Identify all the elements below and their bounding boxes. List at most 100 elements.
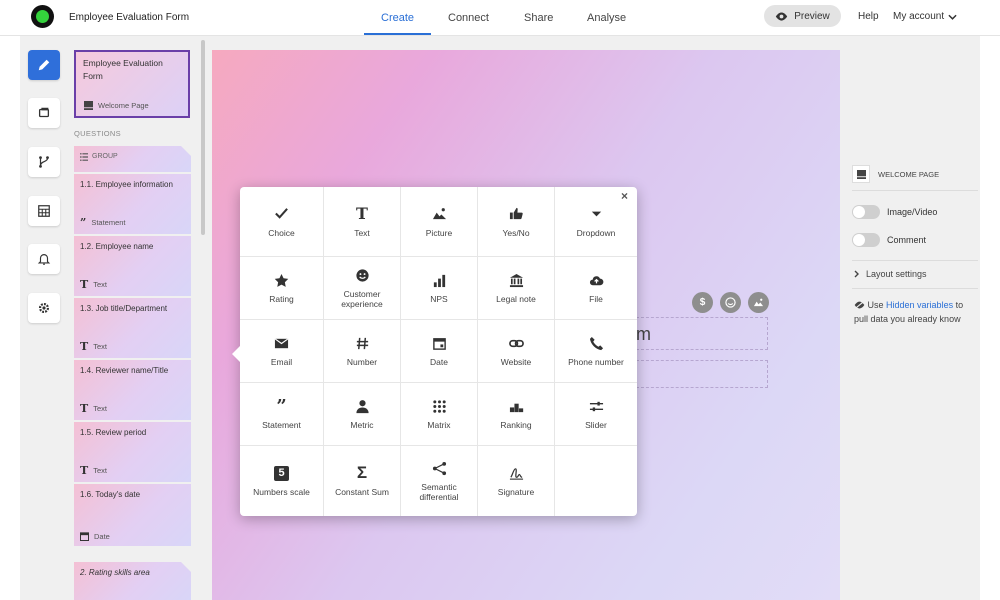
question-card[interactable]: 1.4. Reviewer name/Title T Text [74,360,191,420]
type-numbers-scale[interactable]: 5 Numbers scale [240,446,324,516]
panel-header-label: WELCOME PAGE [878,169,940,179]
group-label: GROUP [92,153,118,160]
eye-slash-icon [854,301,865,309]
type-website[interactable]: Website [478,320,555,383]
question-type: Statement [91,218,126,227]
question-card[interactable]: 1.5. Review period T Text [74,422,191,482]
welcome-card-subtitle-label: Welcome Page [98,101,149,110]
question-card[interactable]: 1.2. Employee name T Text [74,236,191,296]
thumbs-up-icon [509,207,523,220]
type-label: Phone number [568,357,624,367]
comment-toggle-row: Comment [852,233,926,247]
question-card[interactable]: 1.6. Today's date Date [74,484,191,546]
type-choice[interactable]: Choice [240,187,324,257]
image-video-toggle-row: Image/Video [852,205,937,219]
account-menu[interactable]: My account [893,11,957,22]
question-title: 2. Rating skills area [80,568,150,577]
type-yes-no[interactable]: Yes/No [478,187,555,257]
text-icon: T [356,204,368,223]
question-card[interactable]: 2. Rating skills area [74,562,191,600]
tab-share[interactable]: Share [524,12,553,24]
person-icon [355,399,369,413]
rail-edit-button[interactable] [28,50,60,80]
type-slider[interactable]: Slider [555,383,637,446]
type-label: Text [354,227,370,238]
dollar-icon[interactable]: $ [692,292,713,313]
rail-calculator-button[interactable] [28,196,60,226]
question-title: 1.3. Job title/Department [80,304,168,313]
rail-notifications-button[interactable] [28,244,60,274]
welcome-card-title: Employee Evaluation Form [83,58,163,81]
type-customer-experience[interactable]: Customer experience [324,257,401,320]
type-ranking[interactable]: Ranking [478,383,555,446]
title-field-text: m [636,324,651,344]
type-label: Metric [350,420,374,430]
question-list-scrollbar[interactable] [201,40,205,235]
hidden-variables-link[interactable]: Hidden variables [886,300,953,310]
question-card[interactable]: 1.1. Employee information ” Statement [74,174,191,234]
rail-logic-button[interactable] [28,147,60,177]
rail-themes-button[interactable] [28,98,60,128]
title-field-box[interactable] [636,317,768,350]
toggle-label: Image/Video [887,207,938,217]
type-matrix[interactable]: Matrix [401,383,478,446]
question-card[interactable]: 1.3. Job title/Department T Text [74,298,191,358]
welcome-page-card[interactable]: Employee Evaluation Form Welcome Page [74,50,190,118]
type-constant-sum[interactable]: Σ Constant Sum [324,446,401,516]
top-bar: Employee Evaluation Form Create Connect … [0,0,1000,36]
link-icon [508,339,524,347]
question-title: 1.4. Reviewer name/Title [80,366,169,375]
type-picture[interactable]: Picture [401,187,478,257]
type-label: Website [500,357,532,367]
questions-section-label: QUESTIONS [74,129,121,138]
type-label: Rating [269,294,294,304]
type-signature[interactable]: Signature [478,446,555,516]
type-statement[interactable]: ” Statement [240,383,324,446]
type-rating[interactable]: Rating [240,257,324,320]
subtitle-field-box[interactable] [636,360,768,388]
picture-icon[interactable] [748,292,769,313]
type-number[interactable]: Number [324,320,401,383]
empty-cell [555,446,637,516]
type-file[interactable]: File [555,257,637,320]
type-text[interactable]: T Text [324,187,401,257]
app-logo[interactable] [31,5,54,28]
tab-create[interactable]: Create [381,12,414,24]
type-nps[interactable]: NPS [401,257,478,320]
question-title: 1.5. Review period [80,428,147,437]
preview-button[interactable]: Preview [764,5,841,27]
calendar-icon [432,337,446,350]
themes-icon [38,107,50,118]
type-legal-note[interactable]: Legal note [478,257,555,320]
card-fold [181,562,191,572]
quote-icon: ” [276,395,287,417]
image-video-toggle[interactable] [852,205,880,219]
chevron-down-icon [948,14,957,20]
group-card[interactable]: GROUP [74,146,191,172]
check-icon [275,208,288,219]
text-icon: T [80,340,89,353]
smiley-icon[interactable] [720,292,741,313]
type-phone-number[interactable]: Phone number [555,320,637,383]
hidden-variables-note: Use Hidden variables to pull data you al… [854,300,964,324]
help-link[interactable]: Help [858,11,879,22]
layout-settings-toggle[interactable]: Layout settings [854,269,927,279]
form-title[interactable]: Employee Evaluation Form [69,12,189,23]
phone-icon [589,336,603,350]
comment-toggle[interactable] [852,233,880,247]
type-semantic-differential[interactable]: Semantic differential [401,446,478,516]
tab-connect[interactable]: Connect [448,12,489,24]
calendar-icon [80,532,89,541]
question-type: Text [93,280,107,289]
type-date[interactable]: Date [401,320,478,383]
welcome-page-icon [84,101,93,110]
smiley-icon [355,268,369,282]
tab-analyse[interactable]: Analyse [587,12,626,24]
welcome-page-icon [852,165,870,183]
active-tab-indicator [364,33,431,35]
close-icon[interactable]: × [621,189,628,203]
type-email[interactable]: Email [240,320,324,383]
rail-settings-button[interactable] [28,293,60,323]
welcome-card-subtitle: Welcome Page [84,101,149,110]
type-metric[interactable]: Metric [324,383,401,446]
